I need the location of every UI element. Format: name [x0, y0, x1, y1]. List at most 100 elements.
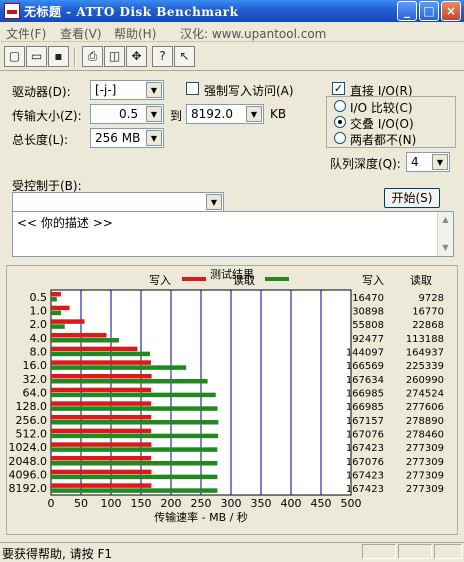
drive-select[interactable]: [-j-] ▼ — [90, 80, 164, 100]
status-bar: 要获得帮助, 请按 F1 — [0, 542, 464, 561]
read-value: 277309 — [406, 471, 444, 482]
y-tick-label: 2.0 — [30, 318, 48, 331]
legend-write-label: 写入 — [149, 274, 171, 287]
write-bar — [51, 442, 152, 447]
read-bar — [51, 447, 218, 452]
scroll-up-icon[interactable]: ▲ — [438, 212, 453, 227]
write-value: 16470 — [352, 293, 384, 304]
results-chart: 0 50 100 150 200 250 300 350 400 450 500测试结果写入 读取 写入… — [9, 268, 445, 524]
move-icon[interactable]: ✥ — [126, 46, 147, 67]
read-bar — [51, 474, 218, 480]
scroll-down-icon[interactable]: ▼ — [438, 240, 453, 255]
to-label: 到 — [170, 109, 183, 123]
write-value: 167423 — [346, 471, 384, 482]
menu-view[interactable]: 查看(V) — [60, 25, 102, 42]
chevron-down-icon[interactable]: ▼ — [246, 106, 262, 122]
write-bar — [51, 305, 70, 311]
write-value: 167076 — [346, 457, 384, 468]
write-bar — [51, 428, 152, 434]
write-value: 166985 — [346, 402, 384, 413]
status-pane — [434, 544, 462, 559]
y-tick-label: 0.5 — [30, 291, 48, 304]
unit-label: KB — [270, 107, 287, 121]
y-tick-label: 8192.0 — [9, 482, 48, 495]
y-tick-label: 512.0 — [16, 428, 48, 441]
description-textarea[interactable]: << 你的描述 >> ▲ ▼ — [12, 211, 454, 257]
write-bar — [51, 456, 152, 461]
neither-label: 两者都不(N) — [350, 133, 417, 147]
status-pane — [362, 544, 396, 559]
maximize-button[interactable]: □ — [419, 1, 439, 21]
total-length-label: 总长度(L): — [12, 133, 69, 147]
write-bar — [51, 469, 152, 475]
read-value: 164937 — [406, 348, 444, 359]
total-length-select[interactable]: 256 MB ▼ — [90, 128, 164, 148]
chevron-down-icon[interactable]: ▼ — [146, 82, 162, 98]
transfer-from-select[interactable]: 0.5 ▼ — [90, 104, 164, 124]
read-bar — [51, 365, 187, 370]
x-tick-label: 50 — [74, 497, 88, 510]
description-scrollbar[interactable]: ▲ ▼ — [437, 212, 453, 256]
io-compare-radio[interactable] — [334, 100, 346, 112]
read-value: 277606 — [406, 402, 444, 413]
legend-read-label: 读取 — [233, 273, 255, 287]
test-results-panel: 0 50 100 150 200 250 300 350 400 450 500 测试结果 写入 读取 写入… — [6, 265, 458, 535]
y-tick-label: 4096.0 — [9, 469, 48, 482]
open-folder-icon[interactable]: ▭ — [26, 46, 47, 67]
chevron-down-icon[interactable]: ▼ — [432, 154, 448, 170]
y-tick-label: 16.0 — [23, 359, 48, 372]
write-bar — [51, 360, 151, 365]
read-value: 260990 — [406, 375, 444, 386]
read-value: 277309 — [406, 457, 444, 468]
y-tick-label: 1.0 — [30, 305, 48, 318]
read-value: 16770 — [412, 307, 444, 318]
read-value: 274524 — [406, 389, 444, 400]
drive-label: 驱动器(D): — [12, 85, 71, 99]
context-help-icon[interactable]: ↖ — [174, 46, 195, 67]
close-button[interactable]: × — [441, 1, 461, 21]
menu-file[interactable]: 文件(F) — [6, 25, 46, 42]
new-document-icon[interactable]: ▢ — [4, 46, 25, 67]
window-title: 无标题 - ATTO Disk Benchmark — [24, 5, 239, 19]
minimize-button[interactable]: _ — [397, 1, 417, 21]
start-button[interactable]: 开始(S) — [384, 188, 440, 208]
y-tick-label: 4.0 — [30, 332, 48, 345]
write-value: 30898 — [352, 307, 384, 318]
controlled-by-select[interactable]: ▼ — [12, 192, 224, 212]
app-icon[interactable] — [4, 3, 20, 19]
overlapped-io-radio[interactable] — [334, 116, 346, 128]
help-icon[interactable]: ? — [152, 46, 173, 67]
write-value: 55808 — [352, 320, 384, 331]
transfer-to-select[interactable]: 8192.0 ▼ — [186, 104, 264, 124]
y-tick-label: 64.0 — [23, 387, 48, 400]
x-tick-label: 150 — [131, 497, 152, 510]
write-value: 92477 — [352, 334, 384, 345]
print-preview-icon[interactable]: ◫ — [104, 46, 125, 67]
direct-io-checkbox[interactable]: ✓ — [332, 82, 345, 95]
read-bar — [51, 351, 150, 357]
chevron-down-icon[interactable]: ▼ — [146, 106, 162, 122]
x-tick-label: 250 — [191, 497, 212, 510]
io-compare-label: I/O 比较(C) — [350, 101, 413, 115]
menu-help[interactable]: 帮助(H) — [114, 25, 156, 42]
force-write-checkbox[interactable] — [186, 82, 199, 95]
write-bar — [51, 401, 152, 406]
chevron-down-icon[interactable]: ▼ — [146, 130, 162, 146]
neither-radio[interactable] — [334, 132, 346, 144]
read-bar — [51, 338, 119, 343]
print-icon[interactable]: ⎙ — [82, 46, 103, 67]
transfer-size-label: 传输大小(Z): — [12, 109, 82, 123]
save-icon[interactable]: ▪ — [48, 46, 69, 67]
chevron-down-icon[interactable]: ▼ — [206, 194, 222, 210]
queue-depth-select[interactable]: 4 ▼ — [406, 152, 450, 172]
read-bar — [51, 420, 219, 425]
read-bar — [51, 461, 218, 466]
read-value: 9728 — [419, 293, 444, 304]
write-value: 167423 — [346, 484, 384, 495]
write-value: 144097 — [346, 348, 384, 359]
y-tick-label: 128.0 — [16, 400, 48, 413]
menu-bar: 文件(F) 查看(V) 帮助(H) 汉化: www.upantool.com — [0, 22, 464, 42]
force-write-label: 强制写入访问(A) — [204, 84, 294, 98]
x-axis-label: 传输速率 - MB / 秒 — [154, 510, 248, 524]
read-value: 22868 — [412, 320, 444, 331]
